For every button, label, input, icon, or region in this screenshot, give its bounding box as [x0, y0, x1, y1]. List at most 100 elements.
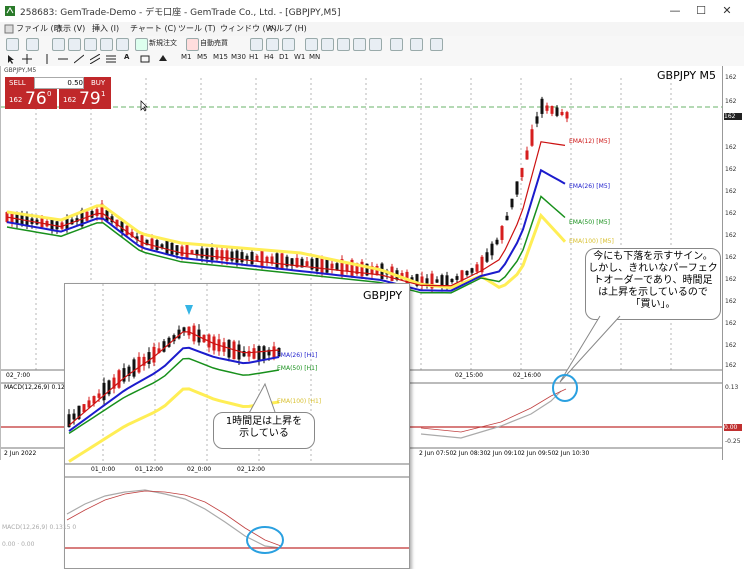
new-chart-icon[interactable] [6, 38, 19, 51]
line-chart-icon[interactable] [282, 38, 295, 51]
timeframe-h4[interactable]: H4 [264, 53, 274, 61]
price-label-13: 162 [725, 342, 737, 349]
arrow-tool-icon[interactable] [158, 54, 168, 64]
price-label-2: 162 [725, 98, 737, 105]
menu-view[interactable]: 表示 (V) [55, 23, 85, 34]
price-scale[interactable]: 162 162 162 162 162 162 162 162 162 162 … [722, 66, 744, 460]
close-button[interactable]: ✕ [714, 3, 740, 19]
candle-body [495, 239, 499, 245]
inset-ema26-label: EMA(26) [H1] [277, 352, 318, 359]
candle-body [545, 105, 549, 111]
candle-body [147, 352, 151, 364]
timeframe-d1[interactable]: D1 [279, 53, 289, 61]
candle-body [72, 413, 76, 420]
time-label-1: 02_7:00 [6, 372, 31, 379]
inset-time-label-2: 01_12:00 [135, 466, 163, 473]
menu-tools[interactable]: ツール (T) [178, 23, 216, 34]
candle-body [152, 346, 156, 363]
price-label-1: 162 [725, 74, 737, 81]
candle-body [245, 255, 249, 260]
sell-label: SELL [9, 79, 26, 87]
window-title: 258683: GemTrade-Demo - デモ口座 - GemTrade … [20, 8, 341, 18]
menu-help[interactable]: ヘルプ (H) [268, 23, 307, 34]
label-tool-icon[interactable] [140, 54, 150, 64]
buy-label: BUY [91, 79, 106, 87]
vertical-line-icon[interactable] [42, 54, 52, 64]
candle-body [137, 356, 141, 373]
bar-chart-icon[interactable] [250, 38, 263, 51]
candle-body [280, 253, 284, 269]
trendline-icon[interactable] [74, 54, 84, 64]
macd-scale-bottom: -0.25 [725, 438, 741, 445]
maximize-button[interactable]: ☐ [688, 3, 714, 19]
price-label-12: 162 [725, 320, 737, 327]
new-order-button[interactable]: 新規注文 [149, 38, 177, 48]
tester-icon[interactable] [116, 38, 129, 51]
candle-body [470, 268, 474, 273]
price-label-11: 162 [725, 298, 737, 305]
candle-body [187, 326, 191, 336]
navigator-icon[interactable] [84, 38, 97, 51]
terminal-icon[interactable] [100, 38, 113, 51]
sell-price-prefix: 162 [9, 96, 23, 104]
candle-body [210, 247, 214, 261]
candle-body [305, 261, 309, 266]
tile-windows-icon[interactable] [337, 38, 350, 51]
candle-body [515, 181, 519, 195]
timeframe-m5[interactable]: M5 [197, 53, 208, 61]
inset-time-label-4: 02_12:00 [237, 466, 265, 473]
auto-trade-button[interactable]: 自動売買 [200, 38, 228, 48]
inset-time-label-1: 01_0:00 [91, 466, 116, 473]
price-label-6: 162 [725, 188, 737, 195]
crosshair-icon[interactable] [22, 54, 32, 64]
timeframe-m30[interactable]: M30 [231, 53, 246, 61]
scroll-icon[interactable] [353, 38, 366, 51]
timeframe-mn[interactable]: MN [309, 53, 320, 61]
timeframe-h1[interactable]: H1 [249, 53, 259, 61]
lot-size-input[interactable]: 0.50 [34, 77, 84, 89]
price-label-8: 162 [725, 232, 737, 239]
candle-body [220, 250, 224, 261]
menu-chart[interactable]: チャート (C) [130, 23, 176, 34]
indicators-icon[interactable] [390, 38, 403, 51]
candle-body [275, 253, 279, 268]
shift-icon[interactable] [369, 38, 382, 51]
periods-icon[interactable] [410, 38, 423, 51]
profiles-icon[interactable] [26, 38, 39, 51]
buy-price-sup: 1 [101, 90, 106, 98]
candle-body [345, 264, 349, 272]
text-tool-icon[interactable]: A [124, 53, 129, 61]
candle-body [550, 106, 554, 114]
cursor-icon[interactable] [6, 54, 16, 64]
candle-chart-icon[interactable] [266, 38, 279, 51]
date-label-1: 2 Jun 2022 [4, 450, 37, 457]
channel-icon[interactable] [90, 54, 100, 64]
menu-insert[interactable]: 挿入 (I) [92, 23, 119, 34]
timeframe-w1[interactable]: W1 [294, 53, 305, 61]
candle-body [155, 240, 159, 250]
market-watch-icon[interactable] [52, 38, 65, 51]
candle-body [162, 341, 166, 352]
candle-body [97, 393, 101, 398]
auto-trade-icon[interactable] [186, 38, 199, 51]
fibonacci-icon[interactable] [106, 54, 116, 64]
mouse-cursor-icon [140, 100, 148, 112]
zoom-out-icon[interactable] [321, 38, 334, 51]
candle-body [335, 263, 339, 271]
candle-body [247, 350, 251, 357]
data-window-icon[interactable] [68, 38, 81, 51]
timeframe-m15[interactable]: M15 [213, 53, 228, 61]
candle-body [200, 248, 204, 258]
candle-body [260, 250, 264, 268]
minimize-button[interactable]: — [662, 3, 688, 19]
candle-body [205, 248, 209, 259]
timeframe-m1[interactable]: M1 [181, 53, 192, 61]
templates-icon[interactable] [430, 38, 443, 51]
inset-h1-chart: GBPJPY EMA(26) [H1] EMA(50) [H1] EMA(100… [64, 283, 410, 569]
candle-body [560, 111, 564, 116]
zoom-in-icon[interactable] [305, 38, 318, 51]
new-order-icon[interactable] [135, 38, 148, 51]
horizontal-line-icon[interactable] [58, 54, 68, 64]
date-label-3: 2 Jun 08:30 [453, 450, 488, 457]
annotation-line: トオーダーであり、時間足 [593, 275, 713, 286]
